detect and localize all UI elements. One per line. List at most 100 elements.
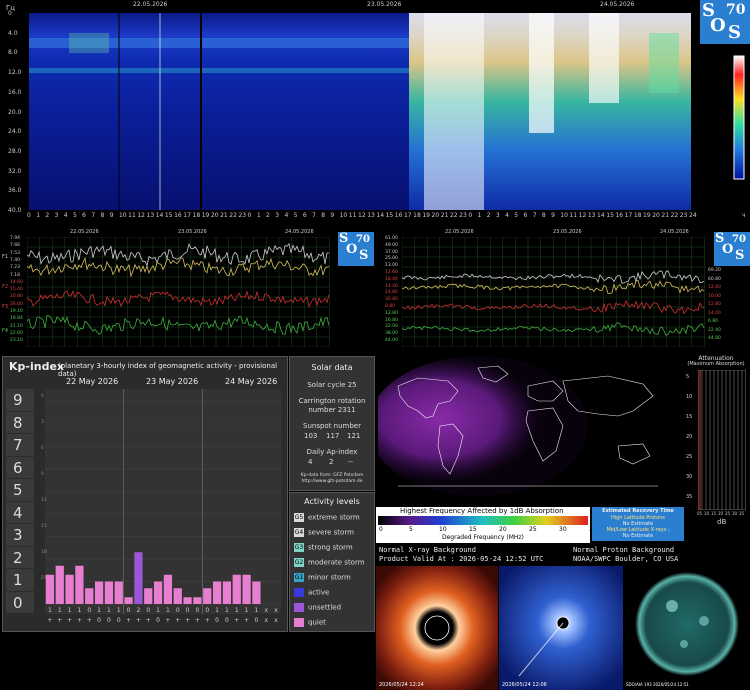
left-chart-y-tick: 7.66 — [10, 243, 21, 249]
kp-bar — [144, 588, 153, 604]
spectrogram-x-tick: 24 — [689, 212, 697, 219]
drap-legend-colorbar — [378, 516, 588, 525]
spectrogram-x-tick: 3 — [275, 212, 280, 219]
spectrogram-x-tick: 0 — [27, 212, 31, 219]
spectrogram-x-tick: 23 — [238, 212, 247, 219]
left-chart-side-f1: F1 — [2, 254, 9, 260]
spectrogram-x-tick: 8 — [321, 212, 326, 219]
kp-bar-value-label: 1 — [156, 607, 160, 614]
kp-bar-value-label: 0 — [186, 607, 190, 614]
left-chart-side-f2: F2 — [2, 284, 9, 290]
activity-level-row: quiet — [294, 618, 326, 629]
drap-legend-tick: 0 — [379, 526, 383, 533]
activity-level-swatch — [294, 618, 304, 627]
drap-legend-tick: 5 — [409, 526, 413, 533]
kp-bar — [203, 588, 212, 604]
kp-bar-sign-label: 0 — [107, 617, 111, 624]
right-frequency-chart-panel: 22.05.2026 23.05.2026 24.05.2026 61.00 49… — [375, 229, 750, 352]
spectrogram-x-tick: 0 — [468, 212, 473, 219]
kp-hour-tick: 0 — [41, 393, 44, 399]
left-chart-y-tick: 21.10 — [10, 323, 23, 329]
kp-bar — [94, 581, 104, 604]
kp-bar-sign-label: 0 — [255, 617, 259, 624]
spectrogram-y-tick: 4.0 — [8, 29, 18, 37]
spectrogram-x-tick: 4 — [284, 212, 289, 219]
kp-hour-tick: 21 — [41, 575, 47, 581]
activity-level-swatch: G5 — [294, 513, 304, 522]
kp-bar — [222, 581, 232, 604]
right-chart-y-tick-right: 12.40 — [708, 285, 721, 290]
kp-bar — [173, 588, 182, 604]
spectrogram-x-tick: 6 — [302, 212, 307, 219]
right-chart-date-1: 22.05.2026 — [445, 229, 474, 235]
left-chart-y-tick: 14.60 — [10, 279, 23, 285]
kp-bar-value-label: 1 — [255, 607, 259, 614]
kp-bar-value-label: 0 — [87, 607, 91, 614]
kp-bar-sign-label: + — [234, 617, 239, 624]
spectrogram-y-tick: 24.0 — [8, 128, 22, 136]
kp-bar-sign-label: 0 — [97, 617, 101, 624]
spectrogram-y-tick: 0 — [8, 10, 12, 17]
kp-bar — [75, 565, 84, 604]
left-chart-date-1: 22.05.2026 — [70, 229, 99, 235]
kp-bar-value-label: 1 — [68, 607, 72, 614]
spectrogram-date-3: 24.05.2026 — [600, 1, 635, 8]
kp-bar — [55, 565, 64, 604]
right-chart-y-tick-left: 61.00 — [385, 236, 398, 241]
spectrogram-x-tick: 23 — [679, 212, 688, 219]
activity-level-row: G3 strong storm — [294, 543, 353, 554]
right-logo-number: 70 — [732, 234, 746, 245]
kp-bar-sign-label: + — [165, 617, 170, 624]
kp-bar — [163, 574, 173, 604]
activity-level-row: active — [294, 588, 329, 599]
left-chart-y-tick: 7.40 — [10, 257, 21, 263]
kp-bar-sign-label: + — [87, 617, 92, 624]
spectrogram-x-tick: 9 — [330, 212, 335, 219]
right-chart-date-3: 24.05.2026 — [660, 229, 689, 235]
kp-bar — [114, 581, 123, 604]
drap-status-bar: Normal X-ray Background Product Valid At… — [376, 544, 750, 566]
activity-level-row: G5 extreme storm — [294, 513, 360, 524]
spectrogram-x-tick: 9 — [109, 212, 114, 219]
ap-value-1: 4 — [308, 458, 313, 466]
right-chart-y-tick-right: 10.00 — [708, 293, 721, 299]
kp-hour-tick: 9 — [41, 471, 44, 477]
spectrogram-x-tick: 4 — [63, 212, 68, 219]
spectrogram-x-tick: 20 — [210, 212, 219, 219]
activity-level-label: strong storm — [308, 543, 353, 552]
spectrogram-x-tick: 21 — [220, 212, 228, 219]
schumann-spectrogram-panel: Гц 22.05.2026 23.05.2026 24.05.2026 0 4.0… — [0, 0, 750, 232]
right-chart-y-tick-left: 37.00 — [385, 249, 398, 255]
kp-bar-sign-label: 0 — [117, 617, 121, 624]
spectrogram-x-end-label: ч — [742, 212, 746, 219]
right-chart-y-tick-left: 49.00 — [385, 242, 398, 248]
right-chart-y-tick-left: 14.40 — [385, 283, 398, 289]
left-chart-plot — [27, 237, 330, 347]
ap-value-2: 2 — [329, 458, 334, 466]
spectrogram-x-tick: 13 — [367, 212, 375, 219]
spectrogram-x-tick: 6 — [523, 212, 528, 219]
kp-source-2[interactable]: http://www.gfz-potsdam.de — [290, 479, 374, 484]
sunspot-value-3: 121 — [347, 432, 361, 440]
kp-bar-value-label: 1 — [235, 607, 239, 614]
solar-data-panel: Solar data Solar cycle 25 Carrington rot… — [289, 356, 375, 491]
left-chart-y-tick: 7.53 — [10, 250, 21, 256]
kp-level-label: 6 — [13, 458, 23, 477]
activity-level-label: minor storm — [308, 573, 351, 582]
spectrogram-x-tick: 10 — [118, 212, 127, 219]
kp-level-label: 8 — [13, 413, 23, 432]
right-chart-y-tick-right: 44.80 — [708, 336, 721, 341]
spectrogram-x-tick: 19 — [201, 212, 210, 219]
spectrogram-x-tick: 9 — [551, 212, 555, 219]
activity-level-label: extreme storm — [308, 513, 360, 522]
kp-bar — [193, 597, 202, 604]
kp-bar-value-label: 2 — [137, 607, 141, 614]
kp-bar — [212, 581, 222, 604]
kp-level-label: 0 — [13, 593, 23, 612]
lasco-c3-timestamp: 2026/05/24 12:06 — [502, 682, 547, 688]
spectrogram-x-tick: 8 — [541, 212, 546, 219]
right-chart-plot — [402, 237, 705, 347]
spectrogram-x-tick: 15 — [606, 212, 614, 219]
right-chart-y-tick-right: 14.00 — [708, 310, 721, 316]
left-chart-y-tick: 26.00 — [10, 301, 23, 307]
